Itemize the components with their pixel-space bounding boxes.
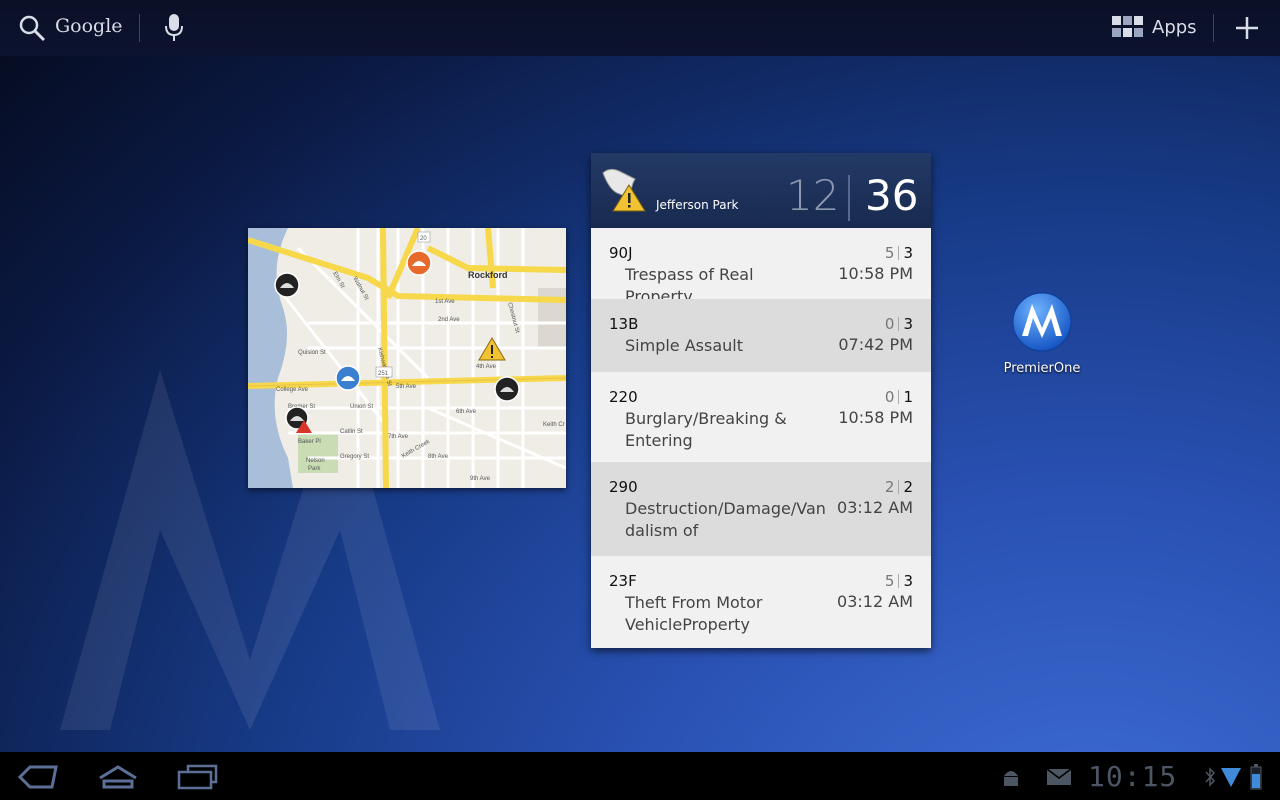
add-icon[interactable]: [1234, 15, 1260, 41]
svg-text:4th Ave: 4th Ave: [476, 364, 497, 370]
svg-text:College Ave: College Ave: [276, 387, 309, 393]
apps-grid-icon[interactable]: [1112, 16, 1144, 38]
police-car-icon[interactable]: [274, 272, 300, 298]
incident-description: Burglary/Breaking & Entering: [625, 409, 787, 450]
mail-icon[interactable]: [1046, 768, 1072, 786]
premierone-app-shortcut[interactable]: PremierOne: [1000, 292, 1084, 382]
svg-text:9th Ave: 9th Ave: [470, 476, 491, 482]
incident-counts: 22: [884, 478, 913, 496]
incident-row[interactable]: 13B Simple Assault 03 07:42 PM: [591, 299, 931, 372]
svg-text:251: 251: [378, 371, 389, 377]
location-label: Jefferson Park: [656, 198, 739, 212]
alert-document-icon: [602, 168, 646, 212]
police-car-icon[interactable]: [494, 376, 520, 402]
alert-car-icon[interactable]: [285, 406, 313, 434]
incident-description: Theft From Motor VehicleProperty: [625, 593, 763, 634]
incident-counts: 53: [884, 244, 913, 262]
incident-code: 90J: [609, 244, 633, 262]
alert-icon[interactable]: [478, 336, 506, 362]
incident-row[interactable]: 290 Destruction/Damage/Van dalism of 22 …: [591, 462, 931, 556]
incident-list: 90J Trespass of Real Property 53 10:58 P…: [591, 228, 931, 648]
svg-text:Keith Cr: Keith Cr: [543, 422, 565, 428]
google-search-label[interactable]: Google: [55, 15, 123, 37]
map-widget[interactable]: Rockford 1st Ave 2nd Ave 4th Ave 5th Ave…: [248, 228, 566, 488]
search-icon[interactable]: [18, 14, 46, 42]
police-car-icon[interactable]: [335, 365, 361, 391]
incident-time: 10:58 PM: [838, 264, 913, 283]
svg-text:1st Ave: 1st Ave: [435, 299, 455, 305]
fire-icon[interactable]: [406, 250, 432, 276]
incident-code: 220: [609, 388, 638, 406]
incident-time: 03:12 AM: [837, 592, 913, 611]
divider: [139, 14, 140, 42]
svg-text:5th Ave: 5th Ave: [396, 384, 417, 390]
count-divider: [848, 175, 850, 221]
svg-text:7th Ave: 7th Ave: [388, 434, 409, 440]
count-secondary: 12: [786, 171, 840, 220]
svg-text:Park: Park: [308, 466, 321, 472]
svg-text:Rockford: Rockford: [468, 270, 508, 280]
incident-description: Simple Assault: [625, 336, 743, 355]
svg-text:Union St: Union St: [350, 404, 373, 410]
incident-time: 03:12 AM: [837, 498, 913, 517]
incident-description: Destruction/Damage/Van dalism of: [625, 499, 826, 540]
svg-text:Gregory St: Gregory St: [340, 454, 369, 460]
incident-widget[interactable]: Jefferson Park 12 36 90J Trespass of Rea…: [591, 153, 931, 648]
home-icon[interactable]: [96, 764, 140, 790]
svg-text:Quision St: Quision St: [298, 350, 326, 356]
divider: [1213, 14, 1214, 42]
mic-icon[interactable]: [164, 13, 184, 43]
incident-row[interactable]: 90J Trespass of Real Property 53 10:58 P…: [591, 228, 931, 306]
motorola-logo-icon: [1012, 292, 1072, 352]
recent-apps-icon[interactable]: [176, 764, 218, 790]
count-primary: 36: [865, 171, 919, 220]
wifi-signal-icon: [1221, 768, 1241, 787]
incident-time: 10:58 PM: [838, 408, 913, 427]
svg-text:6th Ave: 6th Ave: [456, 409, 477, 415]
incident-counts: 53: [884, 572, 913, 590]
svg-text:8th Ave: 8th Ave: [428, 454, 449, 460]
svg-text:20: 20: [420, 236, 427, 242]
incident-counts: 03: [884, 315, 913, 333]
svg-text:Catlin St: Catlin St: [340, 429, 363, 435]
back-icon[interactable]: [18, 764, 58, 790]
incident-row[interactable]: 220 Burglary/Breaking & Entering 01 10:5…: [591, 372, 931, 462]
bluetooth-icon: [1205, 767, 1216, 787]
incident-widget-header: Jefferson Park 12 36: [591, 153, 931, 228]
clock: 10:15: [1088, 760, 1178, 793]
incident-time: 07:42 PM: [838, 335, 913, 354]
android-icon[interactable]: [1000, 766, 1022, 788]
incident-code: 13B: [609, 315, 639, 333]
top-bar: Google Apps: [0, 0, 1280, 56]
incident-code: 23F: [609, 572, 637, 590]
app-label: PremierOne: [1003, 361, 1081, 376]
incident-code: 290: [609, 478, 638, 496]
svg-text:Baker Pl: Baker Pl: [298, 439, 321, 445]
incident-row[interactable]: 23F Theft From Motor VehicleProperty 53 …: [591, 556, 931, 648]
svg-text:Nelson: Nelson: [306, 458, 325, 464]
apps-button[interactable]: Apps: [1152, 17, 1197, 38]
svg-text:2nd Ave: 2nd Ave: [438, 317, 460, 323]
battery-icon: [1250, 764, 1262, 790]
incident-counts: 01: [884, 388, 913, 406]
